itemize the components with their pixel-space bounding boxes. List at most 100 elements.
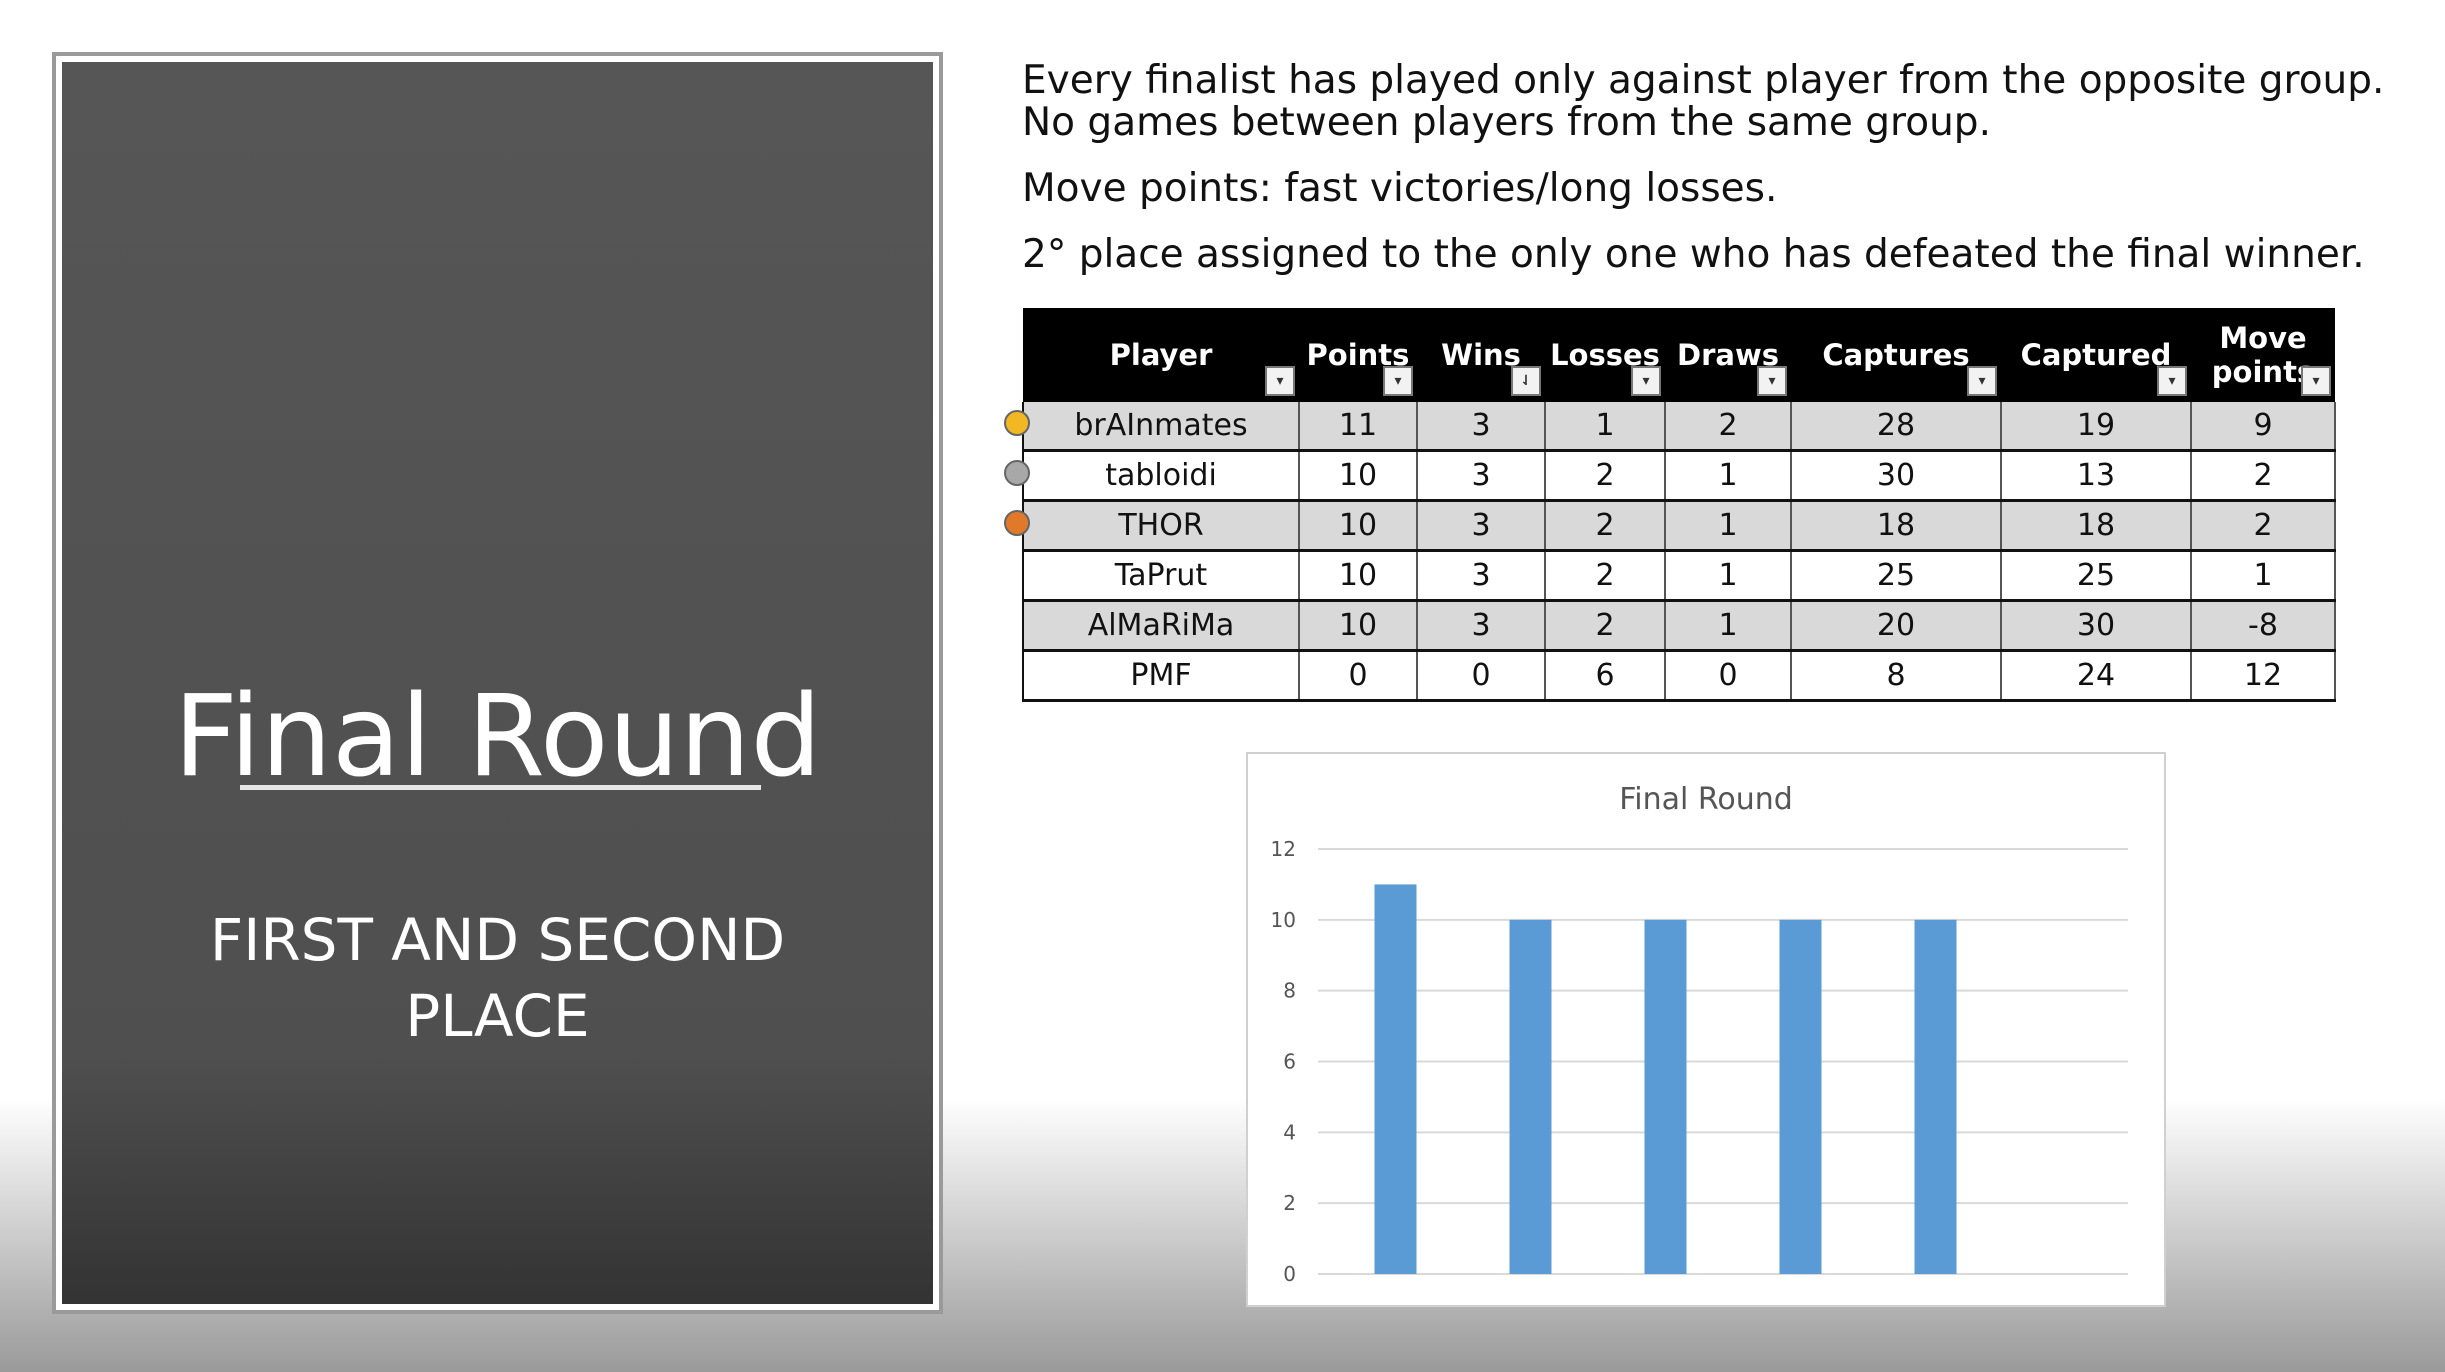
cell-value: 2 (2253, 508, 2273, 543)
cell-value: 20 (1876, 608, 1916, 643)
column-header-label: Player (1109, 338, 1213, 372)
cell-value: 0 (1348, 658, 1368, 693)
table-cell: 3 (1417, 500, 1546, 552)
table-row: tabloidi 10 3 2 1 30 13 2 (1004, 450, 2336, 502)
cell-value: 3 (1471, 408, 1491, 443)
note-line-3: Move points: fast victories/long losses. (1022, 166, 1778, 211)
standings-table-wrap: Player ▾ Points ▾ Wins ⇃ Losses ▾ Draws ▾ Captures… (1004, 308, 2336, 702)
cell-value: 2 (1595, 558, 1615, 593)
table-header-row: Player ▾ Points ▾ Wins ⇃ Losses ▾ Draws ▾ Captures… (1023, 308, 2335, 402)
table-cell: 1 (1665, 500, 1792, 552)
cell-value: 1 (1718, 558, 1738, 593)
table-cell: PMF (1022, 650, 1300, 702)
table-cell: 25 (1791, 550, 2002, 602)
medal-icon (1004, 510, 1030, 536)
cell-value: 3 (1471, 508, 1491, 543)
column-header-2: Wins ⇃ (1417, 308, 1545, 402)
cell-value: tabloidi (1105, 458, 1217, 493)
note-line-2: No games between players from the same g… (1022, 100, 1991, 145)
slide-title: Final Round (173, 672, 822, 802)
table-cell: 30 (2001, 600, 2192, 652)
cell-value: 30 (2076, 608, 2116, 643)
table-row: THOR 10 3 2 1 18 18 2 (1004, 500, 2336, 552)
table-cell: AlMaRiMa (1022, 600, 1300, 652)
table-cell: 11 (1299, 402, 1418, 452)
bar-chart-svg: 0 2 4 6 8 10 12 (1271, 837, 2128, 1286)
table-cell: 18 (1791, 500, 2002, 552)
y-tick-label: 12 (1271, 837, 1296, 861)
filter-dropdown-icon[interactable]: ▾ (2157, 366, 2187, 396)
medal-icon (1004, 460, 1030, 486)
table-cell: 20 (1791, 600, 2002, 652)
table-cell: 1 (2191, 550, 2336, 602)
cell-value: 30 (1876, 458, 1916, 493)
table-cell: 30 (1791, 450, 2002, 502)
cell-value: 10 (1338, 508, 1378, 543)
title-panel-inner: Final Round FIRST AND SECOND PLACE (62, 62, 933, 1304)
column-header-3: Losses ▾ (1545, 308, 1665, 402)
table-cell: 1 (1665, 550, 1792, 602)
cell-value: 1 (1718, 508, 1738, 543)
bar (1779, 919, 1822, 1274)
cell-value: 3 (1471, 608, 1491, 643)
y-tick-label: 4 (1283, 1120, 1296, 1144)
column-header-label: Captured (2020, 338, 2172, 372)
table-cell: 10 (1299, 550, 1418, 602)
standings-table: Player ▾ Points ▾ Wins ⇃ Losses ▾ Draws ▾ Captures… (1004, 308, 2336, 702)
table-cell: 1 (1665, 450, 1792, 502)
table-cell: 9 (2191, 402, 2336, 452)
cell-value: 24 (2076, 658, 2116, 693)
cell-value: brAInmates (1074, 408, 1248, 443)
table-cell: 3 (1417, 450, 1546, 502)
filter-dropdown-icon[interactable]: ▾ (1967, 366, 1997, 396)
column-header-label: Captures (1822, 338, 1970, 372)
column-header-1: Points ▾ (1299, 308, 1417, 402)
y-tick-label: 10 (1271, 908, 1296, 932)
table-cell: 2 (1665, 402, 1792, 452)
cell-value: AlMaRiMa (1087, 608, 1235, 643)
bar (1644, 919, 1687, 1274)
table-cell: 0 (1299, 650, 1418, 702)
filter-dropdown-icon[interactable]: ▾ (1631, 366, 1661, 396)
y-tick-label: 2 (1283, 1191, 1296, 1215)
cell-value: 28 (1876, 408, 1916, 443)
cell-value: 6 (1595, 658, 1615, 693)
table-cell: 3 (1417, 600, 1546, 652)
table-cell: TaPrut (1022, 550, 1300, 602)
filter-dropdown-icon[interactable]: ⇃ (1511, 366, 1541, 396)
cell-value: 18 (2076, 508, 2116, 543)
cell-value: 0 (1718, 658, 1738, 693)
note-line-4: 2° place assigned to the only one who ha… (1022, 232, 2365, 277)
column-header-5: Captures ▾ (1791, 308, 2001, 402)
subtitle-line-2: PLACE (405, 982, 590, 1050)
bar (1374, 884, 1417, 1274)
column-header-6: Captured ▾ (2001, 308, 2191, 402)
table-cell: 0 (1665, 650, 1792, 702)
filter-dropdown-icon[interactable]: ▾ (1265, 366, 1295, 396)
filter-dropdown-icon[interactable]: ▾ (2301, 366, 2331, 396)
cell-value: 13 (2076, 458, 2116, 493)
cell-value: 25 (2076, 558, 2116, 593)
table-row: TaPrut 10 3 2 1 25 25 1 (1022, 550, 2336, 602)
table-cell: 2 (1545, 450, 1666, 502)
column-header-0: Player ▾ (1023, 308, 1299, 402)
table-cell: THOR (1004, 500, 1300, 552)
table-cell: 25 (2001, 550, 2192, 602)
cell-value: TaPrut (1114, 558, 1208, 593)
filter-dropdown-icon[interactable]: ▾ (1757, 366, 1787, 396)
cell-value: 10 (1338, 608, 1378, 643)
cell-value: 2 (1718, 408, 1738, 443)
column-header-label: Wins (1441, 338, 1521, 372)
final-round-chart: Final Round 0 2 4 6 8 10 12 (1246, 752, 2166, 1307)
cell-value: 1 (1718, 458, 1738, 493)
table-cell: 10 (1299, 500, 1418, 552)
table-cell: 19 (2001, 402, 2192, 452)
table-cell: 0 (1417, 650, 1546, 702)
filter-dropdown-icon[interactable]: ▾ (1383, 366, 1413, 396)
table-cell: 24 (2001, 650, 2192, 702)
column-header-4: Draws ▾ (1665, 308, 1791, 402)
cell-value: 3 (1471, 458, 1491, 493)
table-cell: 2 (2191, 450, 2336, 502)
cell-value: 10 (1338, 458, 1378, 493)
table-cell: brAInmates (1004, 402, 1300, 452)
